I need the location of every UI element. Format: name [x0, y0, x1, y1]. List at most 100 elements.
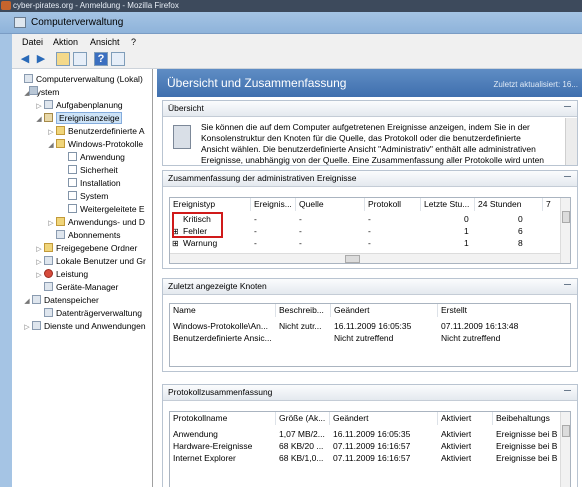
cell: Warnung [183, 238, 218, 248]
expand-plus-icon[interactable]: ⊞ [172, 240, 179, 248]
col-quelle[interactable]: Quelle [296, 198, 365, 211]
folder-icon [56, 139, 65, 148]
overview-header[interactable]: Übersicht [163, 101, 577, 117]
recent-nodes-header[interactable]: Zuletzt angezeigte Knoten [163, 279, 577, 295]
cell: 07.11.2009 16:13:48 [441, 321, 519, 331]
cell: - [299, 226, 302, 236]
horizontal-scrollbar[interactable] [170, 253, 560, 263]
computer-icon [24, 74, 33, 83]
col-protokollname[interactable]: Protokollname [170, 412, 276, 425]
col-24-stunden[interactable]: 24 Stunden [475, 198, 543, 211]
log-icon [68, 152, 77, 161]
last-updated: Zuletzt aktualisiert: 16... [493, 80, 578, 89]
folder-icon [56, 217, 65, 226]
cell: 68 KB/20 ... [279, 441, 324, 451]
menu-ansicht[interactable]: Ansicht [90, 37, 120, 47]
log-icon [68, 178, 77, 187]
tree-node-anwendungs-dienste[interactable]: ▷ Anwendungs- und D [47, 216, 145, 228]
tree-node-computerverwaltung[interactable]: Computerverwaltung (Lokal) [15, 73, 143, 85]
log-summary-section: Protokollzusammenfassung Protokollname G… [162, 384, 578, 487]
cell: Ereignisse bei B [496, 453, 558, 463]
col-beschreibung[interactable]: Beschreib... [276, 304, 331, 317]
system-tools-icon [29, 86, 38, 95]
cell: 0 [518, 214, 523, 224]
cell: 1 [464, 238, 469, 248]
up-folder-icon[interactable] [56, 52, 70, 66]
page-title: Übersicht und Zusammenfassung [167, 76, 347, 90]
tree-node-abonnements[interactable]: Abonnements [47, 229, 120, 241]
tree-node-sicherheit[interactable]: Sicherheit [59, 164, 118, 176]
tree-node-system[interactable]: ◢ System [23, 86, 59, 98]
cell: 8 [518, 238, 523, 248]
admin-summary-header[interactable]: Zusammenfassung der administrativen Erei… [163, 171, 577, 187]
tree-node-benutzerdefinierte[interactable]: ▷ Benutzerdefinierte A [47, 125, 145, 137]
log-icon [68, 165, 77, 174]
tree-node-installation[interactable]: Installation [59, 177, 121, 189]
col-erstellt[interactable]: Erstellt [438, 304, 568, 317]
menu-aktion[interactable]: Aktion [53, 37, 78, 47]
cell [276, 333, 331, 344]
disk-management-icon [44, 308, 53, 317]
menu-datei[interactable]: Datei [22, 37, 43, 47]
col-aktiviert[interactable]: Aktiviert [438, 412, 493, 425]
col-ereignis[interactable]: Ereignis... [251, 198, 296, 211]
properties-icon[interactable] [111, 52, 125, 66]
cell: Benutzerdefinierte Ansic... [173, 333, 272, 343]
tree-node-lokale-benutzer[interactable]: ▷ Lokale Benutzer und Gr [35, 255, 146, 267]
event-viewer-icon [44, 113, 53, 122]
folder-icon [56, 126, 65, 135]
tree-node-system-log[interactable]: System [59, 190, 108, 202]
overview-section: Übersicht Sie können die auf dem Compute… [162, 100, 578, 166]
col-ereignistyp[interactable]: Ereignistyp [170, 198, 251, 211]
cell: - [368, 226, 371, 236]
cell: 68 KB/1,0... [279, 453, 324, 463]
firefox-icon [1, 1, 11, 10]
subscriptions-icon [56, 230, 65, 239]
cell: - [254, 238, 257, 248]
col-protokoll[interactable]: Protokoll [365, 198, 421, 211]
cell: 1,07 MB/2... [279, 429, 325, 439]
menu-help[interactable]: ? [131, 37, 136, 47]
tree-node-freigegebene-ordner[interactable]: ▷ Freigegebene Ordner [35, 242, 137, 254]
tree-node-datenspeicher[interactable]: ◢ Datenspeicher [23, 294, 99, 306]
log-summary-header[interactable]: Protokollzusammenfassung [163, 385, 577, 401]
tree-node-ereignisanzeige[interactable]: ◢ Ereignisanzeige [35, 112, 123, 124]
overview-scrollbar[interactable] [565, 118, 577, 165]
col-geaendert[interactable]: Geändert [331, 304, 438, 317]
tree-node-aufgabenplanung[interactable]: ▷ Aufgabenplanung [35, 99, 123, 111]
forward-arrow-icon[interactable]: ▶ [34, 52, 48, 66]
col-name[interactable]: Name [170, 304, 276, 317]
help-icon[interactable]: ? [94, 52, 108, 66]
back-arrow-icon[interactable]: ◀ [18, 52, 32, 66]
event-viewer-large-icon [173, 125, 191, 149]
tree-node-geraete-manager[interactable]: Geräte-Manager [35, 281, 118, 293]
col-geaendert[interactable]: Geändert [330, 412, 438, 425]
cell: Anwendung [173, 429, 218, 439]
console-tree: Computerverwaltung (Lokal) ◢ System ▷ Aufg… [12, 69, 153, 487]
tree-node-anwendung[interactable]: Anwendung [59, 151, 125, 163]
overview-line: Ereignisse, unabhängig von der Quelle. E… [201, 155, 545, 165]
tree-node-windows-protokolle[interactable]: ◢ Windows-Protokolle [47, 138, 143, 150]
tree-node-leistung[interactable]: ▷ Leistung [35, 268, 88, 280]
cell: 1 [464, 226, 469, 236]
cell: 16.11.2009 16:05:35 [334, 321, 412, 331]
col-letzte-stunde[interactable]: Letzte Stu... [421, 198, 475, 211]
vertical-scrollbar[interactable] [560, 198, 570, 263]
show-hide-tree-icon[interactable] [73, 52, 87, 66]
tree-node-datentraegerverwaltung[interactable]: Datenträgerverwaltung [35, 307, 142, 319]
recent-nodes-grid: Name Beschreib... Geändert Erstellt Wind… [169, 303, 571, 367]
log-icon [68, 191, 77, 200]
recent-nodes-section: Zuletzt angezeigte Knoten Name Beschreib… [162, 278, 578, 372]
cell: 16.11.2009 16:05:35 [333, 429, 411, 439]
red-highlight-box [172, 212, 223, 238]
admin-summary-section: Zusammenfassung der administrativen Erei… [162, 170, 578, 269]
col-beibehaltung[interactable]: Beibehaltungs [493, 412, 563, 425]
cell: Ereignisse bei B [496, 441, 558, 451]
device-manager-icon [44, 282, 53, 291]
vertical-scrollbar[interactable] [560, 412, 570, 487]
main-pane: Übersicht und Zusammenfassung Zuletzt ak… [157, 69, 582, 487]
tree-node-weitergeleitete[interactable]: Weitergeleitete E [59, 203, 145, 215]
toolbar: ◀ ▶ ? [12, 49, 582, 69]
col-groesse[interactable]: Größe (Ak... [276, 412, 330, 425]
tree-node-dienste[interactable]: ▷ Dienste und Anwendungen [23, 320, 146, 332]
